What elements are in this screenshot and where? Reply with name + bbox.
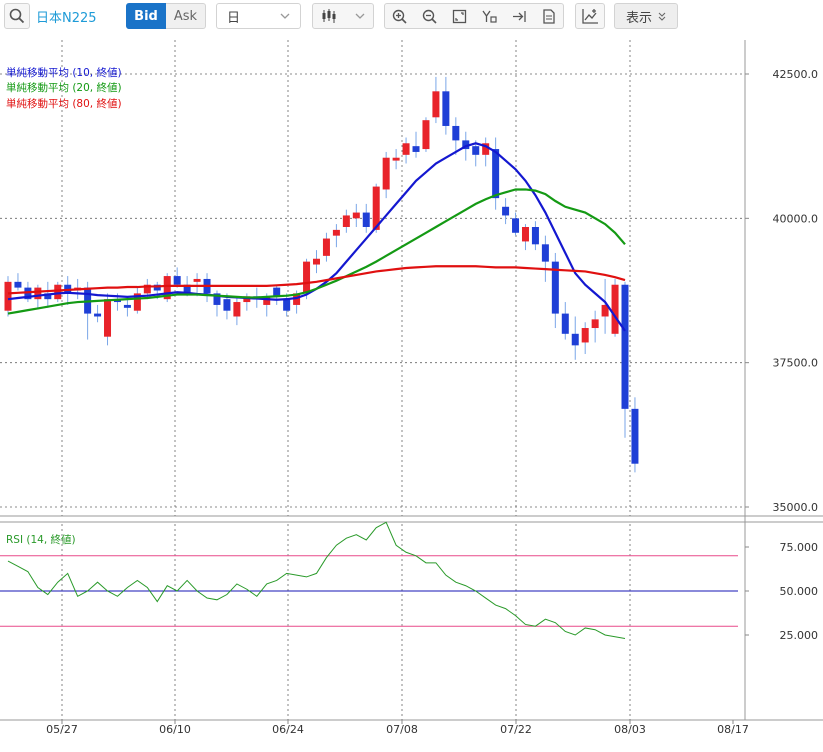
candle-body [432, 91, 440, 118]
price-tick-label: 40000.0 [773, 212, 819, 225]
rsi-series [7, 521, 626, 640]
candle-body [621, 284, 629, 409]
candle-body [352, 212, 360, 219]
candle-body [531, 226, 539, 245]
price-tick-label: 42500.0 [773, 68, 819, 81]
toolbar: 日本N225 Bid Ask 日 表示 [0, 0, 823, 34]
candle-body [581, 328, 589, 343]
date-tick-label: 07/08 [386, 723, 418, 736]
price-tick-label: 35000.0 [773, 501, 819, 514]
candle-body [472, 146, 480, 155]
chart-type-select[interactable] [312, 3, 374, 29]
candle-body [541, 244, 549, 262]
symbol-label[interactable]: 日本N225 [36, 7, 97, 26]
candle-body [611, 284, 619, 334]
candle-body [512, 218, 520, 233]
candlestick-icon [321, 9, 337, 23]
date-tick-label: 07/22 [500, 723, 532, 736]
search-button[interactable] [4, 3, 30, 29]
candle-body [233, 302, 241, 317]
date-tick-label: 05/27 [46, 723, 78, 736]
rsi-legend: RSI (14, 終値) [6, 533, 76, 546]
period-value: 日 [227, 10, 241, 26]
price-axis: 42500.0 40000.0 37500.0 35000.0 [745, 68, 818, 514]
candle-body [571, 333, 579, 346]
candle-body [392, 157, 400, 161]
price-tick-label: 37500.0 [773, 357, 819, 370]
chart-frame [0, 40, 823, 721]
ask-button[interactable]: Ask [166, 3, 206, 29]
crosshair-icon[interactable] [482, 9, 497, 24]
display-menu-button[interactable]: 表示 [614, 3, 678, 29]
rsi-tick-label: 50.000 [780, 585, 819, 598]
indicator-legend: 単純移動平均 (10, 終値) 単純移動平均 (20, 終値) 単純移動平均 (… [6, 66, 122, 110]
document-icon[interactable] [542, 8, 556, 24]
candle-body [342, 215, 350, 227]
chevron-down-icon [355, 13, 365, 19]
candle-body [94, 313, 102, 317]
candle-body [193, 278, 201, 282]
candle-body [452, 125, 460, 141]
legend-ma10: 単純移動平均 (10, 終値) [6, 66, 122, 79]
candle-body [4, 281, 12, 311]
candle-body [631, 408, 639, 464]
date-tick-label: 08/03 [614, 723, 646, 736]
candle-body [14, 281, 22, 288]
add-indicator-icon [581, 8, 599, 24]
period-select[interactable]: 日 [216, 3, 301, 29]
candle-body [502, 206, 510, 216]
chart-tools-group [384, 3, 564, 29]
candle-body [332, 229, 340, 236]
legend-ma80: 単純移動平均 (80, 終値) [6, 97, 122, 110]
fit-screen-icon[interactable] [452, 9, 467, 24]
chevron-down-icon [280, 13, 290, 19]
date-tick-label: 06/24 [272, 723, 304, 736]
rsi-grid [0, 524, 738, 720]
jump-to-latest-icon[interactable] [512, 9, 527, 24]
legend-ma20: 単純移動平均 (20, 終値) [6, 81, 122, 94]
candle-body [422, 120, 430, 150]
candle-body [322, 238, 330, 256]
rsi-tick-label: 75.000 [780, 541, 819, 554]
candle-body [521, 226, 529, 242]
candle-body [54, 284, 62, 300]
candle-body [303, 261, 311, 294]
rsi-axis: 75.000 50.000 25.000 [745, 541, 818, 642]
candle-body [104, 299, 112, 337]
candle-body [273, 287, 281, 297]
candle-body [362, 212, 370, 227]
date-axis: 05/27 06/10 06/24 07/08 07/22 08/03 08/17 [46, 720, 749, 736]
candle-body [123, 304, 131, 308]
candle-body [223, 299, 231, 311]
candle-body [492, 149, 500, 199]
candle-body [34, 287, 42, 300]
date-tick-label: 06/10 [159, 723, 191, 736]
rsi-line [7, 521, 626, 640]
candle-body [412, 146, 420, 152]
candle-body [382, 157, 390, 190]
candle-body [283, 299, 291, 311]
candlestick-series [4, 76, 639, 473]
rsi-tick-label: 25.000 [780, 629, 819, 642]
bid-button[interactable]: Bid [126, 3, 166, 29]
zoom-in-icon[interactable] [392, 9, 407, 24]
add-indicator-button[interactable] [575, 3, 605, 29]
candle-body [591, 319, 599, 329]
chart-area[interactable]: 単純移動平均 (10, 終値) 単純移動平均 (20, 終値) 単純移動平均 (… [0, 34, 823, 752]
candle-body [402, 143, 410, 155]
search-icon [9, 8, 25, 24]
candle-body [561, 313, 569, 334]
double-chevron-down-icon [658, 12, 666, 21]
zoom-out-icon[interactable] [422, 9, 437, 24]
candle-body [313, 258, 320, 265]
candle-body [173, 276, 181, 285]
date-tick-label: 08/17 [717, 723, 749, 736]
candle-body [442, 91, 450, 126]
display-label: 表示 [625, 10, 652, 26]
